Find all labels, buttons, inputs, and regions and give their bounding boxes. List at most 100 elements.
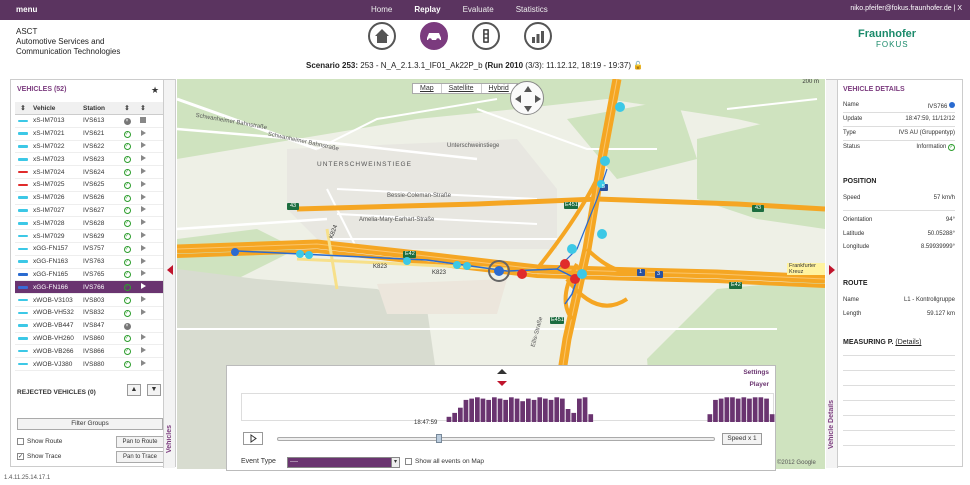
vehicle-row[interactable]: xS-IM7027 IVS627 ✓ bbox=[15, 205, 167, 218]
play-icon[interactable] bbox=[140, 283, 146, 290]
time-slider-handle[interactable] bbox=[436, 434, 443, 443]
rejected-title: REJECTED VEHICLES (0) bbox=[17, 389, 96, 396]
nav-evaluate[interactable]: Evaluate bbox=[452, 5, 505, 14]
vehicle-row[interactable]: xS-IM7013 IVS613 × bbox=[15, 115, 167, 128]
vehicle-row[interactable]: xWOB-V3103 IVS803 ✓ bbox=[15, 294, 167, 307]
play-icon[interactable] bbox=[140, 155, 146, 162]
nav-home[interactable]: Home bbox=[360, 5, 403, 14]
map-type-satellite[interactable]: Satellite bbox=[442, 84, 482, 93]
vehicle-row[interactable]: xS-IM7025 IVS625 ✓ bbox=[15, 179, 167, 192]
column-station[interactable]: Station bbox=[83, 105, 119, 112]
checkbox-box[interactable] bbox=[17, 438, 24, 445]
vehicle-row[interactable]: xWOB-VH260 IVS860 ✓ bbox=[15, 333, 167, 346]
collapse-right-icon[interactable] bbox=[829, 265, 835, 275]
status-ok-icon: ✓ bbox=[123, 348, 131, 356]
station-id: IVS629 bbox=[83, 232, 105, 240]
pan-to-route-button[interactable]: Pan to Route bbox=[116, 436, 164, 448]
vehicle-row[interactable]: xGG-FN165 IVS765 ✓ bbox=[15, 269, 167, 282]
show-trace-checkbox[interactable]: ✓ Show Trace bbox=[17, 453, 61, 460]
play-icon[interactable] bbox=[140, 244, 146, 251]
collapse-down-icon[interactable] bbox=[497, 381, 507, 386]
color-swatch bbox=[18, 362, 28, 366]
vehicle-id: xWOB-VH532 bbox=[33, 309, 74, 317]
vehicle-row[interactable]: xS-IM7026 IVS626 ✓ bbox=[15, 192, 167, 205]
collapse-up-icon[interactable] bbox=[497, 369, 507, 374]
event-histogram[interactable] bbox=[241, 393, 775, 422]
play-icon[interactable] bbox=[140, 129, 146, 136]
replay-car-icon[interactable] bbox=[420, 22, 448, 50]
play-icon[interactable] bbox=[140, 219, 146, 226]
play-icon[interactable] bbox=[140, 360, 146, 367]
vehicle-row[interactable]: xS-IM7021 IVS621 ✓ bbox=[15, 128, 167, 141]
vehicles-side-tab[interactable]: Vehicles bbox=[163, 80, 175, 468]
table-header: ⇕ Vehicle Station ⇕ ⇕ bbox=[15, 102, 167, 115]
nav-replay[interactable]: Replay bbox=[403, 5, 451, 14]
checkbox-box-checked[interactable]: ✓ bbox=[17, 453, 24, 460]
play-icon[interactable] bbox=[140, 232, 146, 239]
station-id: IVS626 bbox=[83, 194, 105, 202]
vehicle-row[interactable]: xS-IM7024 IVS624 ✓ bbox=[15, 166, 167, 179]
show-all-events-checkbox[interactable]: Show all events on Map bbox=[405, 458, 484, 465]
player-link[interactable]: Player bbox=[749, 381, 769, 388]
unlock-icon[interactable]: 🔓 bbox=[633, 61, 643, 70]
histogram-bar bbox=[735, 398, 741, 422]
action-cell bbox=[135, 257, 151, 266]
play-icon[interactable] bbox=[140, 347, 146, 354]
play-icon[interactable] bbox=[140, 257, 146, 264]
nav-statistics[interactable]: Statistics bbox=[505, 5, 559, 14]
sort-icon[interactable]: ⇕ bbox=[119, 104, 135, 112]
move-up-button[interactable]: ▲ bbox=[127, 384, 141, 396]
event-type-select[interactable]: ---- bbox=[287, 457, 399, 468]
checkbox-box[interactable] bbox=[405, 458, 412, 465]
vehicle-row[interactable]: xWOB-VB447 IVS847 × bbox=[15, 320, 167, 333]
vehicle-id: xGG-FN166 bbox=[33, 283, 69, 291]
vehicle-id: xWOB-VJ380 bbox=[33, 360, 73, 368]
play-icon[interactable] bbox=[140, 193, 146, 200]
play-icon[interactable] bbox=[140, 296, 146, 303]
map-type-map[interactable]: Map bbox=[413, 84, 442, 93]
menu-button[interactable]: menu bbox=[16, 5, 37, 14]
chevron-down-icon[interactable]: ▾ bbox=[391, 457, 400, 468]
histogram-bar bbox=[526, 398, 531, 422]
vehicle-row[interactable]: xS-IM7022 IVS622 ✓ bbox=[15, 141, 167, 154]
divider bbox=[843, 430, 955, 431]
play-icon[interactable] bbox=[140, 308, 146, 315]
traffic-light-icon[interactable] bbox=[472, 22, 500, 50]
play-icon[interactable] bbox=[140, 168, 146, 175]
play-button[interactable] bbox=[243, 432, 263, 445]
vehicle-row[interactable]: xWOB-VB266 IVS866 ✓ bbox=[15, 345, 167, 359]
show-route-checkbox[interactable]: Show Route bbox=[17, 438, 62, 445]
play-icon[interactable] bbox=[140, 334, 146, 341]
home-icon[interactable] bbox=[368, 22, 396, 50]
vehicle-row[interactable]: xS-IM7028 IVS628 ✓ bbox=[15, 217, 167, 231]
time-slider[interactable] bbox=[277, 437, 715, 441]
statistics-icon[interactable] bbox=[524, 22, 552, 50]
sort-icon[interactable]: ⇕ bbox=[135, 104, 151, 112]
play-icon[interactable] bbox=[140, 270, 146, 277]
speed-button[interactable]: Speed x 1 bbox=[722, 433, 762, 445]
sort-icon[interactable]: ⇕ bbox=[15, 104, 31, 112]
histogram-svg bbox=[446, 397, 775, 422]
vehicle-row[interactable]: xWOB-VH532 IVS832 ✓ bbox=[15, 307, 167, 320]
vehicle-row[interactable]: xGG-FN166 IVS766 ✓ bbox=[15, 281, 167, 295]
user-info[interactable]: niko.pfeifer@fokus.fraunhofer.de | X bbox=[850, 5, 962, 12]
play-icon[interactable] bbox=[140, 142, 146, 149]
vehicle-row[interactable]: xWOB-VJ380 IVS880 ✓ bbox=[15, 358, 167, 371]
star-icon[interactable]: ★ bbox=[151, 85, 159, 96]
collapse-left-icon[interactable] bbox=[167, 265, 173, 275]
vehicle-row[interactable]: xGG-FN163 IVS763 ✓ bbox=[15, 256, 167, 269]
play-icon[interactable] bbox=[140, 180, 146, 187]
move-down-button[interactable]: ▼ bbox=[147, 384, 161, 396]
settings-link[interactable]: Settings bbox=[743, 369, 769, 376]
pan-to-trace-button[interactable]: Pan to Trace bbox=[116, 451, 164, 463]
column-vehicle[interactable]: Vehicle bbox=[31, 105, 83, 112]
vehicle-row[interactable]: xGG-FN157 IVS757 ✓ bbox=[15, 243, 167, 256]
stop-icon[interactable] bbox=[140, 116, 146, 123]
vehicle-row[interactable]: xS-IM7023 IVS623 ✓ bbox=[15, 153, 167, 167]
pan-control[interactable] bbox=[510, 81, 544, 115]
measuring-details-link[interactable]: (Details) bbox=[895, 339, 921, 346]
play-icon[interactable] bbox=[140, 206, 146, 213]
vehicle-row[interactable]: xS-IM7029 IVS629 ✓ bbox=[15, 230, 167, 243]
details-side-tab[interactable]: Vehicle Details bbox=[826, 80, 838, 468]
filter-groups-button[interactable]: Filter Groups bbox=[17, 418, 163, 430]
